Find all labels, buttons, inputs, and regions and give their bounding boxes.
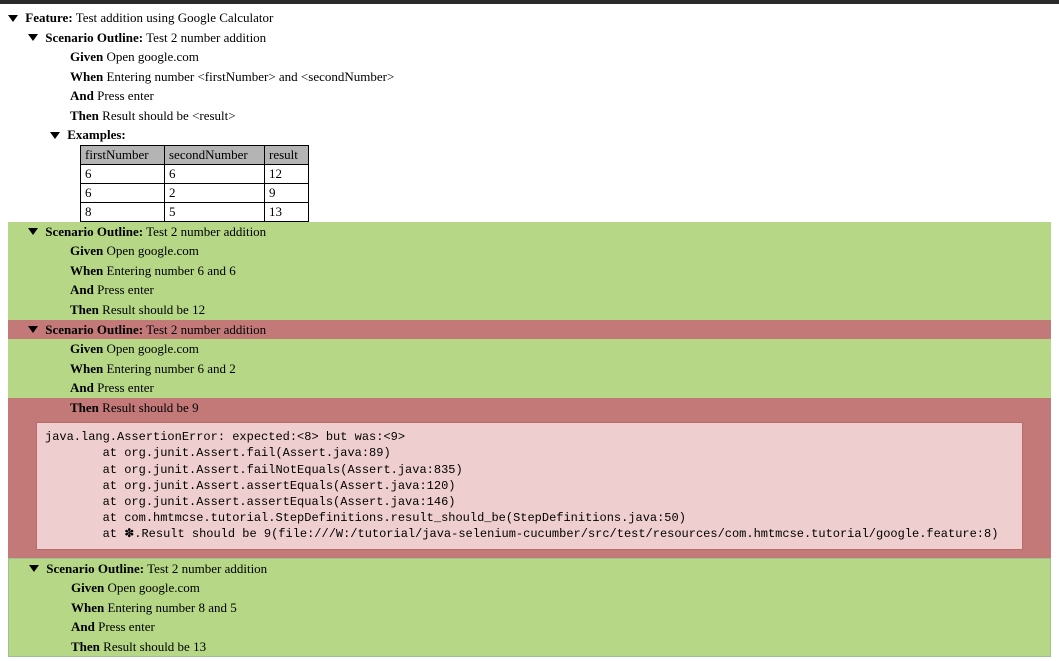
scenario-name: Test 2 number addition: [147, 561, 267, 576]
step-text: Press enter: [97, 282, 154, 297]
step-text: Result should be 13: [103, 639, 206, 654]
scenario-outline-row: Scenario Outline: Test 2 number addition: [8, 28, 1051, 48]
step-keyword: And: [70, 380, 94, 395]
table-cell: 2: [165, 183, 265, 202]
step-keyword: When: [70, 69, 103, 84]
step-then: Then Result should be 12: [8, 300, 1051, 320]
scenario-run-fail: Scenario Outline: Test 2 number addition…: [8, 320, 1051, 558]
collapse-icon[interactable]: [28, 326, 38, 333]
examples-table: firstNumber secondNumber result 6 6 12 6…: [80, 145, 309, 222]
collapse-icon[interactable]: [50, 132, 60, 139]
examples-label: Examples:: [67, 127, 126, 142]
step-keyword: And: [70, 282, 94, 297]
step-keyword: When: [70, 361, 103, 376]
step-text: Open google.com: [106, 243, 198, 258]
table-header: secondNumber: [165, 145, 265, 164]
feature-row: Feature: Test addition using Google Calc…: [8, 8, 1051, 28]
scenario-outline-label: Scenario Outline:: [45, 224, 143, 239]
step-text: Result should be 9: [102, 400, 198, 415]
scenario-run-pass: Scenario Outline: Test 2 number addition…: [8, 222, 1051, 320]
feature-label: Feature:: [25, 10, 72, 25]
step-and: And Press enter: [8, 280, 1051, 300]
table-row: 8 5 13: [81, 202, 309, 221]
step-given: Given Open google.com: [9, 578, 1050, 598]
step-text: Open google.com: [106, 341, 198, 356]
scenario-outline-label: Scenario Outline:: [45, 322, 143, 337]
step-and: And Press enter: [9, 617, 1050, 637]
step-keyword: Given: [70, 341, 103, 356]
step-keyword: Given: [71, 580, 104, 595]
step-keyword: Then: [70, 302, 99, 317]
scenario-header: Scenario Outline: Test 2 number addition: [9, 559, 1050, 579]
scenario-header: Scenario Outline: Test 2 number addition: [8, 320, 1051, 340]
step-text: Result should be <result>: [102, 108, 235, 123]
collapse-icon[interactable]: [28, 228, 38, 235]
step-then: Then Result should be 13: [9, 637, 1050, 657]
table-cell: 6: [165, 164, 265, 183]
scenario-name: Test 2 number addition: [146, 322, 266, 337]
table-cell: 13: [265, 202, 309, 221]
examples-row: Examples:: [8, 125, 1051, 145]
feature-name: Test addition using Google Calculator: [76, 10, 274, 25]
step-keyword: When: [71, 600, 104, 615]
step-keyword: And: [70, 88, 94, 103]
step-when: When Entering number 8 and 5: [9, 598, 1050, 618]
report-container: Feature: Test addition using Google Calc…: [0, 4, 1059, 661]
examples-table-wrap: firstNumber secondNumber result 6 6 12 6…: [8, 145, 1051, 222]
step-text: Press enter: [97, 380, 154, 395]
scenario-outline-label: Scenario Outline:: [45, 30, 143, 45]
collapse-icon[interactable]: [8, 15, 18, 22]
scenario-name: Test 2 number addition: [146, 224, 266, 239]
table-header: firstNumber: [81, 145, 165, 164]
step-text: Entering number 6 and 6: [106, 263, 235, 278]
table-cell: 6: [81, 183, 165, 202]
step-text: Open google.com: [106, 49, 198, 64]
step-text: Entering number 8 and 5: [107, 600, 236, 615]
step-given: Given Open google.com: [8, 47, 1051, 67]
step-given: Given Open google.com: [8, 241, 1051, 261]
step-when: When Entering number 6 and 2: [8, 359, 1051, 379]
scenario-outline-label: Scenario Outline:: [46, 561, 144, 576]
table-cell: 5: [165, 202, 265, 221]
step-then: Then Result should be 9: [8, 398, 1051, 418]
step-keyword: When: [70, 263, 103, 278]
scenario-run-pass: Scenario Outline: Test 2 number addition…: [8, 558, 1051, 658]
table-row: 6 6 12: [81, 164, 309, 183]
step-text: Press enter: [97, 88, 154, 103]
table-header: result: [265, 145, 309, 164]
step-given: Given Open google.com: [8, 339, 1051, 359]
step-text: Result should be 12: [102, 302, 205, 317]
step-text: Press enter: [98, 619, 155, 634]
table-cell: 6: [81, 164, 165, 183]
table-cell: 12: [265, 164, 309, 183]
scenario-header: Scenario Outline: Test 2 number addition: [8, 222, 1051, 242]
collapse-icon[interactable]: [29, 565, 39, 572]
table-row: 6 2 9: [81, 183, 309, 202]
step-text: Entering number <firstNumber> and <secon…: [106, 69, 394, 84]
step-when: When Entering number <firstNumber> and <…: [8, 67, 1051, 87]
table-cell: 8: [81, 202, 165, 221]
step-and: And Press enter: [8, 378, 1051, 398]
step-keyword: Given: [70, 49, 103, 64]
collapse-icon[interactable]: [28, 34, 38, 41]
step-text: Open google.com: [107, 580, 199, 595]
step-and: And Press enter: [8, 86, 1051, 106]
scenario-outline-name: Test 2 number addition: [146, 30, 266, 45]
error-stacktrace: java.lang.AssertionError: expected:<8> b…: [36, 422, 1023, 549]
step-keyword: Then: [70, 400, 99, 415]
step-keyword: Then: [70, 108, 99, 123]
step-keyword: Given: [70, 243, 103, 258]
step-keyword: And: [71, 619, 95, 634]
table-cell: 9: [265, 183, 309, 202]
step-then: Then Result should be <result>: [8, 106, 1051, 126]
step-keyword: Then: [71, 639, 100, 654]
table-header-row: firstNumber secondNumber result: [81, 145, 309, 164]
step-text: Entering number 6 and 2: [106, 361, 235, 376]
step-when: When Entering number 6 and 6: [8, 261, 1051, 281]
error-wrapper: java.lang.AssertionError: expected:<8> b…: [8, 417, 1051, 557]
